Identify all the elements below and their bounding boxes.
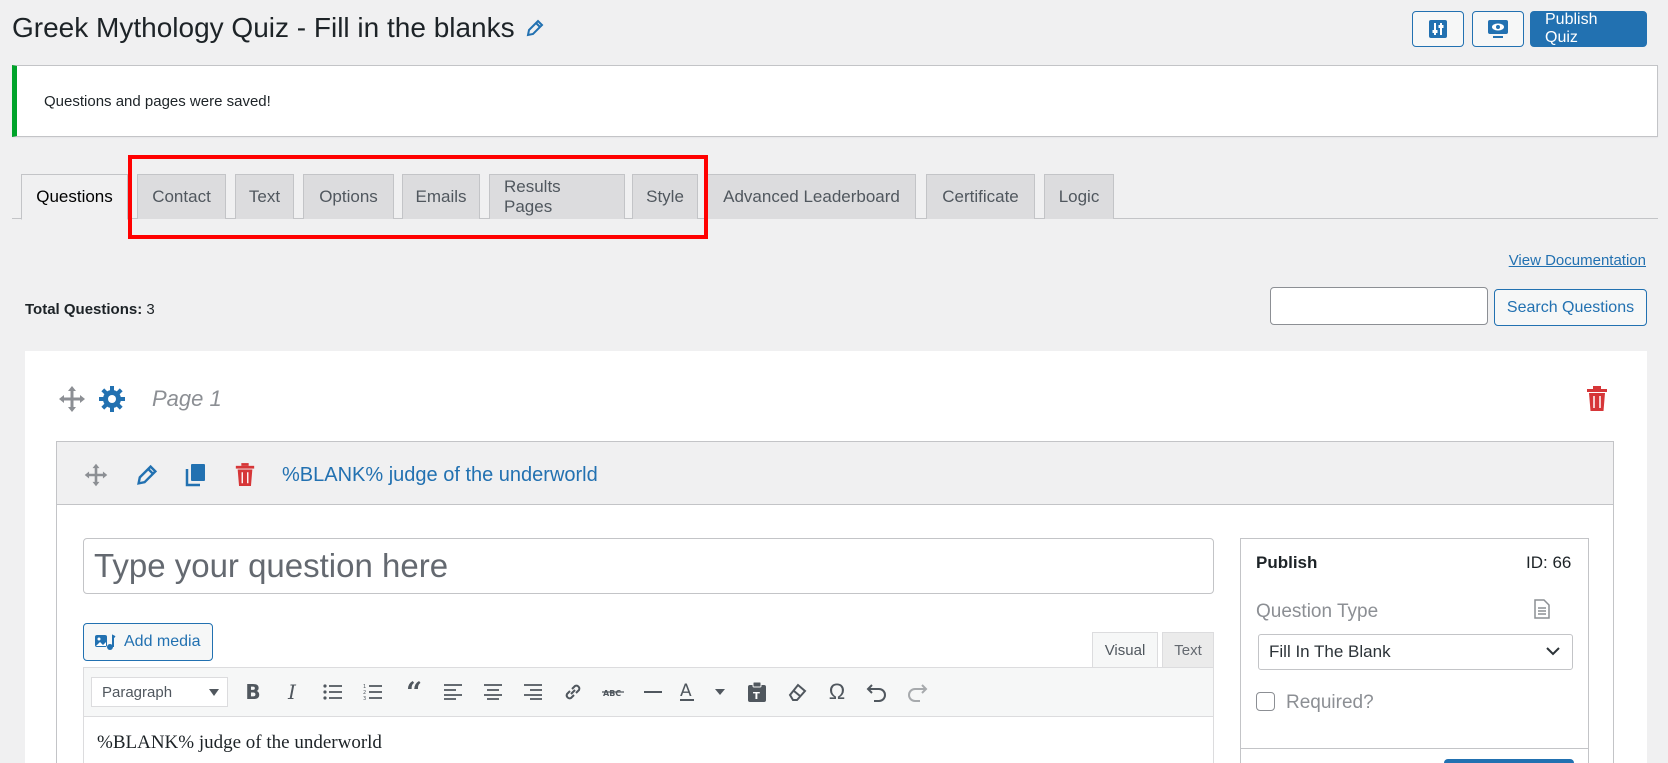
tab-logic[interactable]: Logic xyxy=(1044,174,1114,219)
view-documentation-link[interactable]: View Documentation xyxy=(1509,252,1646,269)
clear-formatting-icon[interactable] xyxy=(782,677,812,707)
notice-message: Questions and pages were saved! xyxy=(44,92,271,110)
tab-advanced-leaderboard[interactable]: Advanced Leaderboard xyxy=(707,174,916,219)
svg-text:ABC: ABC xyxy=(603,689,621,698)
svg-text:3: 3 xyxy=(363,696,366,701)
page-label: Page 1 xyxy=(152,386,222,411)
redo-icon xyxy=(902,677,932,707)
italic-icon[interactable]: I xyxy=(277,677,307,707)
add-media-button[interactable]: Add media xyxy=(83,623,213,661)
trash-icon[interactable] xyxy=(1585,385,1609,413)
preview-icon xyxy=(1486,18,1510,40)
format-select-value: Paragraph xyxy=(102,683,173,701)
format-select[interactable]: Paragraph xyxy=(91,677,228,707)
paste-text-icon[interactable]: T xyxy=(742,677,772,707)
success-notice: Questions and pages were saved! xyxy=(12,65,1658,137)
quiz-title: Greek Mythology Quiz - Fill in the blank… xyxy=(12,12,515,43)
align-right-icon[interactable] xyxy=(518,677,548,707)
sliders-icon xyxy=(1427,18,1449,40)
svg-text:T: T xyxy=(753,691,760,702)
edit-pencil-icon[interactable] xyxy=(135,463,159,487)
tab-text-editor[interactable]: Text xyxy=(1162,632,1214,668)
document-icon[interactable] xyxy=(1534,599,1550,619)
link-icon[interactable] xyxy=(558,677,588,707)
special-character-icon[interactable]: Ω xyxy=(822,677,852,707)
search-input[interactable] xyxy=(1270,287,1488,325)
question-id: ID: 66 xyxy=(1526,553,1572,572)
dropdown-arrow-icon xyxy=(209,689,219,696)
align-left-icon[interactable] xyxy=(438,677,468,707)
blockquote-icon[interactable]: “ xyxy=(399,676,429,709)
preview-button[interactable] xyxy=(1472,11,1524,47)
add-media-label: Add media xyxy=(124,633,201,650)
question-title[interactable]: %BLANK% judge of the underworld xyxy=(282,464,598,487)
page-title: Greek Mythology Quiz - Fill in the blank… xyxy=(12,12,545,44)
bold-icon[interactable]: B xyxy=(238,677,268,707)
move-icon[interactable] xyxy=(57,384,87,414)
text-color-icon[interactable]: A xyxy=(678,677,708,707)
question-type-select[interactable]: Fill In The Blank xyxy=(1258,634,1573,670)
publish-quiz-button[interactable]: Publish Quiz xyxy=(1530,11,1647,47)
tab-questions[interactable]: Questions xyxy=(21,174,128,220)
total-questions-label: Total Questions: xyxy=(25,301,143,318)
question-title-input[interactable]: Type your question here xyxy=(83,538,1214,594)
copy-icon[interactable] xyxy=(184,462,208,488)
tab-certificate[interactable]: Certificate xyxy=(926,174,1035,219)
align-center-icon[interactable] xyxy=(478,677,508,707)
question-move-icon[interactable] xyxy=(83,462,109,488)
publish-title: Publish xyxy=(1256,553,1318,572)
search-questions-button[interactable]: Search Questions xyxy=(1494,289,1647,326)
publish-box-divider xyxy=(1240,748,1589,749)
question-type-value: Fill In The Blank xyxy=(1269,642,1391,661)
tab-visual[interactable]: Visual xyxy=(1092,632,1158,668)
editor-content[interactable]: %BLANK% judge of the underworld xyxy=(97,732,382,754)
text-color-dropdown-icon[interactable] xyxy=(715,689,725,695)
undo-icon[interactable] xyxy=(862,677,892,707)
question-trash-icon[interactable] xyxy=(234,462,256,488)
question-type-label: Question Type xyxy=(1256,601,1379,622)
numbered-list-icon[interactable]: 123 xyxy=(358,677,388,707)
settings-button[interactable] xyxy=(1412,11,1464,47)
horizontal-line-icon[interactable] xyxy=(638,677,668,707)
total-questions: Total Questions: 3 xyxy=(25,301,155,318)
save-question-button[interactable] xyxy=(1444,759,1574,763)
total-questions-value: 3 xyxy=(146,301,155,318)
required-checkbox[interactable] xyxy=(1256,692,1275,711)
svg-text:A: A xyxy=(680,681,692,701)
required-label: Required? xyxy=(1286,692,1374,713)
bullet-list-icon[interactable] xyxy=(318,677,348,707)
highlight-annotation xyxy=(128,155,708,239)
strikethrough-icon[interactable]: ABC xyxy=(598,677,628,707)
pencil-icon[interactable] xyxy=(525,18,545,38)
add-media-icon xyxy=(94,632,116,652)
chevron-down-icon xyxy=(1546,645,1560,657)
gear-icon[interactable] xyxy=(97,384,127,414)
